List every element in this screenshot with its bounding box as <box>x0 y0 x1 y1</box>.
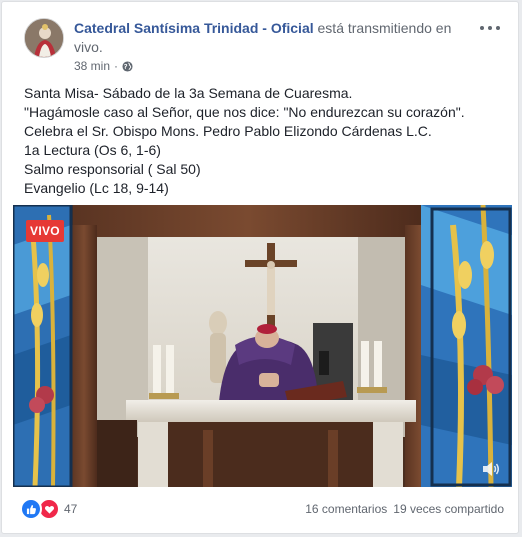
post-message-line: 1a Lectura (Os 6, 1-6) <box>24 142 161 158</box>
meta-separator: · <box>114 59 119 73</box>
volume-icon[interactable] <box>482 461 500 477</box>
comments-count-link[interactable]: 16 comentarios <box>305 502 387 516</box>
shares-count-link[interactable]: 19 veces compartido <box>393 502 504 516</box>
post-message-line: "Hagámosle caso al Señor, que nos dice: … <box>24 104 465 120</box>
globe-icon[interactable] <box>122 60 133 72</box>
reactions-summary[interactable]: 47 <box>20 498 78 520</box>
post-header: Catedral Santísima Trinidad - Oficial es… <box>24 18 506 78</box>
more-dot <box>480 26 484 30</box>
post-headline: Catedral Santísima Trinidad - Oficial es… <box>74 19 474 57</box>
post-time[interactable]: 38 min <box>74 59 110 73</box>
post-message-line: Celebra el Sr. Obispo Mons. Pedro Pablo … <box>24 123 432 139</box>
post-message-line: Santa Misa- Sábado de la 3a Semana de Cu… <box>24 85 353 101</box>
like-icon <box>20 498 42 520</box>
post-message: Santa Misa- Sábado de la 3a Semana de Cu… <box>24 84 504 198</box>
live-video-player[interactable]: VIVO <box>13 205 512 487</box>
post-message-line: Salmo responsorial ( Sal 50) <box>24 161 201 177</box>
reaction-count: 47 <box>64 502 78 516</box>
post-meta: 38 min · <box>74 59 133 73</box>
more-dot <box>496 26 500 30</box>
page-avatar[interactable] <box>24 18 64 58</box>
post-footer: 47 16 comentarios 19 veces compartido <box>20 498 504 523</box>
page-name-link[interactable]: Catedral Santísima Trinidad - Oficial <box>74 20 314 36</box>
post-message-line: Evangelio (Lc 18, 9-14) <box>24 180 169 196</box>
video-frame <box>13 205 512 487</box>
more-horizontal-icon[interactable] <box>480 22 500 34</box>
more-dot <box>488 26 492 30</box>
post-stats: 16 comentarios 19 veces compartido <box>305 502 504 516</box>
live-post-card: Catedral Santísima Trinidad - Oficial es… <box>1 1 519 534</box>
live-badge: VIVO <box>26 220 64 242</box>
avatar-image <box>25 19 63 57</box>
